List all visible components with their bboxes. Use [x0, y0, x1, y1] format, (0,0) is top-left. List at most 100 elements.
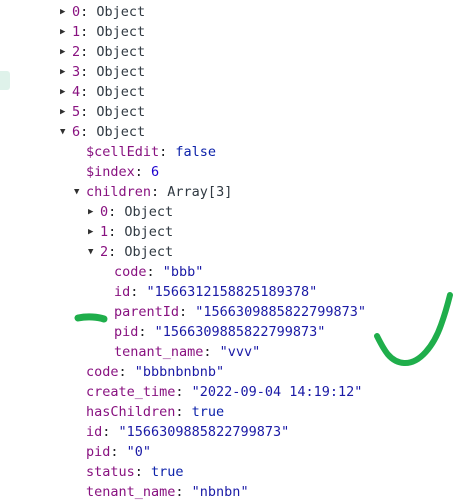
- tree-row[interactable]: ▶ 3: Object: [60, 62, 145, 82]
- tree-row[interactable]: ▶ 0: Object: [88, 202, 173, 222]
- key-value-separator: :: [118, 364, 135, 380]
- property-key: status: [86, 464, 135, 480]
- tree-row[interactable]: ▼ 2: Object: [88, 242, 173, 262]
- property-value: Object: [96, 24, 146, 40]
- tree-row[interactable]: ▼ children: Array[3]: [74, 182, 232, 202]
- tree-row: pid: "0": [74, 442, 151, 462]
- tree-row: $cellEdit: false: [74, 142, 216, 162]
- tree-row: id: "1566309885822799873": [74, 422, 289, 442]
- key-value-separator: :: [134, 164, 152, 180]
- expand-triangle-icon[interactable]: ▶: [60, 102, 72, 122]
- property-key: 6: [72, 124, 81, 140]
- property-key: 5: [72, 104, 81, 120]
- expand-triangle-icon[interactable]: ▶: [60, 62, 72, 82]
- key-value-separator: :: [175, 484, 192, 500]
- key-value-separator: :: [80, 84, 97, 100]
- tree-row[interactable]: ▶ 1: Object: [88, 222, 173, 242]
- expand-triangle-icon[interactable]: ▶: [60, 22, 72, 42]
- tree-row: tenant_name: "vvv": [102, 342, 260, 362]
- property-value: Object: [96, 84, 146, 100]
- property-value: Object: [124, 204, 174, 220]
- tree-row[interactable]: ▶ 4: Object: [60, 82, 145, 102]
- tree-row: code: "bbb": [102, 262, 203, 282]
- tree-row[interactable]: ▼ 6: Object: [60, 122, 145, 142]
- key-value-separator: :: [179, 304, 196, 320]
- property-value: true: [151, 464, 184, 480]
- property-value: Object: [124, 244, 174, 260]
- property-key: 0: [72, 4, 81, 20]
- tree-row: hasChildren: true: [74, 402, 224, 422]
- object-inspector-tree: ▶ 0: Object ▶ 1: Object ▶ 2: Object ▶ 3: Object…: [0, 0, 471, 503]
- tree-row: create_time: "2022-09-04 14:19:12": [74, 382, 362, 402]
- property-value: false: [175, 144, 217, 160]
- key-value-separator: :: [80, 64, 97, 80]
- property-key: code: [114, 264, 147, 280]
- tree-row: status: true: [74, 462, 184, 482]
- tree-row: code: "bbbnbnbnb": [74, 362, 224, 382]
- key-value-separator: :: [159, 144, 176, 160]
- property-value: "2022-09-04 14:19:12": [191, 384, 363, 400]
- expand-triangle-icon[interactable]: ▶: [88, 222, 100, 242]
- property-value: "bbb": [162, 264, 204, 280]
- property-value: Object: [96, 64, 146, 80]
- tree-row[interactable]: ▶ 5: Object: [60, 102, 145, 122]
- key-value-separator: :: [138, 324, 155, 340]
- tree-row: pid: "1566309885822799873": [102, 322, 325, 342]
- property-key: parentId: [114, 304, 180, 320]
- key-value-separator: :: [151, 184, 168, 200]
- collapse-triangle-icon[interactable]: ▼: [74, 182, 86, 202]
- property-key: $cellEdit: [86, 144, 160, 160]
- property-value: "nbnbn": [191, 484, 249, 500]
- tree-row[interactable]: ▶ 0: Object: [60, 2, 145, 22]
- tree-row: parentId: "1566309885822799873": [102, 302, 366, 322]
- key-value-separator: :: [108, 204, 125, 220]
- property-value: 6: [151, 164, 160, 180]
- key-value-separator: :: [80, 44, 97, 60]
- property-key: 3: [72, 64, 81, 80]
- key-value-separator: :: [110, 444, 127, 460]
- key-value-separator: :: [134, 464, 152, 480]
- property-value: Array[3]: [167, 184, 233, 200]
- key-value-separator: :: [80, 104, 97, 120]
- property-key: 1: [100, 224, 109, 240]
- tree-row[interactable]: ▶ 2: Object: [60, 42, 145, 62]
- property-value: "1566309885822799873": [154, 324, 326, 340]
- property-key: pid: [114, 324, 139, 340]
- collapse-triangle-icon[interactable]: ▼: [60, 122, 72, 142]
- property-key: 1: [72, 24, 81, 40]
- expand-triangle-icon[interactable]: ▶: [88, 202, 100, 222]
- collapse-triangle-icon[interactable]: ▼: [88, 242, 100, 262]
- key-value-separator: :: [175, 404, 192, 420]
- property-value: Object: [96, 104, 146, 120]
- key-value-separator: :: [175, 384, 192, 400]
- property-value: "1566309885822799873": [195, 304, 366, 320]
- property-value: "1566309885822799873": [118, 424, 290, 440]
- property-value: Object: [96, 124, 146, 140]
- tree-row: $index: 6: [74, 162, 159, 182]
- property-key: pid: [86, 444, 111, 460]
- tree-row[interactable]: ▶ 1: Object: [60, 22, 145, 42]
- key-value-separator: :: [80, 4, 97, 20]
- property-key: children: [86, 184, 152, 200]
- property-key: id: [86, 424, 103, 440]
- key-value-separator: :: [80, 124, 97, 140]
- property-key: 0: [100, 204, 109, 220]
- tree-row: tenant_name: "nbnbn": [74, 482, 249, 502]
- key-value-separator: :: [102, 424, 119, 440]
- property-key: 2: [72, 44, 81, 60]
- key-value-separator: :: [108, 244, 125, 260]
- property-key: id: [114, 284, 131, 300]
- property-key: create_time: [86, 384, 176, 400]
- property-key: tenant_name: [86, 484, 176, 500]
- expand-triangle-icon[interactable]: ▶: [60, 82, 72, 102]
- property-value: Object: [96, 4, 146, 20]
- property-value: "vvv": [219, 344, 261, 360]
- key-value-separator: :: [203, 344, 220, 360]
- property-value: "0": [126, 444, 152, 460]
- expand-triangle-icon[interactable]: ▶: [60, 2, 72, 22]
- expand-triangle-icon[interactable]: ▶: [60, 42, 72, 62]
- property-value: "bbbnbnbnb": [134, 364, 225, 380]
- property-key: code: [86, 364, 119, 380]
- property-key: 4: [72, 84, 81, 100]
- property-key: $index: [86, 164, 135, 180]
